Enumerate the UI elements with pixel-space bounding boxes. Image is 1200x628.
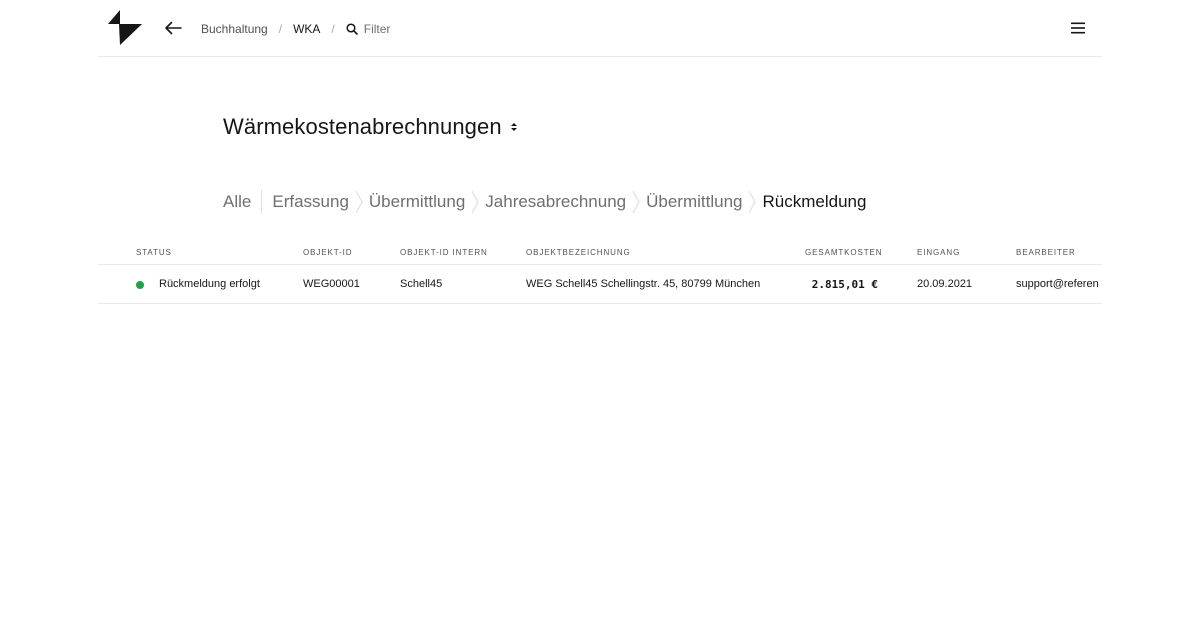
- cell-gesamtkosten: 2.815,01 €: [811, 278, 878, 291]
- chevron-right-icon: [632, 190, 640, 214]
- column-header-status[interactable]: Status: [136, 248, 172, 257]
- sort-caret-icon: [510, 123, 517, 131]
- table-header: Status Objekt-ID Objekt-ID intern Objekt…: [98, 240, 1102, 265]
- column-header-objekt-id[interactable]: Objekt-ID: [303, 248, 352, 257]
- arrow-left-icon: [165, 21, 182, 35]
- cell-objekt-id: WEG00001: [303, 278, 360, 290]
- title-switcher[interactable]: Wärmekostenabrechnungen: [223, 114, 518, 140]
- tab-erfassung[interactable]: Erfassung: [272, 192, 349, 212]
- cell-objekt-id-intern: Schell45: [400, 278, 443, 290]
- tab-alle[interactable]: Alle: [223, 192, 251, 212]
- column-header-eingang[interactable]: Eingang: [917, 248, 960, 257]
- tab-rueckmeldung[interactable]: Rückmeldung: [762, 192, 866, 212]
- column-header-objektbezeichnung[interactable]: Objektbezeichnung: [526, 248, 631, 257]
- cell-eingang: 20.09.2021: [917, 278, 973, 290]
- column-header-gesamtkosten[interactable]: Gesamtkosten: [805, 248, 882, 257]
- cell-objektbezeichnung: WEG Schell45 Schellingstr. 45, 80799 Mün…: [526, 278, 761, 290]
- chevron-right-icon: [471, 190, 479, 214]
- tab-divider: [261, 190, 263, 214]
- breadcrumb-separator: /: [278, 21, 283, 36]
- breadcrumb: Buchhaltung / WKA / Filter: [201, 0, 390, 57]
- search-icon: [346, 22, 358, 35]
- chevron-right-icon: [355, 190, 363, 214]
- breadcrumb-separator: /: [331, 21, 335, 36]
- abrechnungen-table: Status Objekt-ID Objekt-ID intern Objekt…: [98, 240, 1102, 304]
- tab-uebermittlung[interactable]: Übermittlung: [369, 192, 465, 212]
- page-title: Wärmekostenabrechnungen: [223, 114, 502, 139]
- hamburger-menu-icon[interactable]: [1070, 19, 1088, 37]
- page: Buchhaltung / WKA / Filter Wärmekostenab…: [0, 0, 1200, 628]
- column-header-objekt-id-intern[interactable]: Objekt-ID intern: [400, 248, 488, 257]
- filter-input[interactable]: Filter: [346, 21, 391, 36]
- chevron-right-icon: [748, 190, 757, 214]
- back-button[interactable]: [161, 16, 185, 40]
- cell-bearbeiter: support@referen: [1016, 278, 1099, 290]
- status-tabs: Alle Erfassung Übermittlung Jahresabrech…: [223, 188, 866, 216]
- status-indicator-dot: [136, 281, 144, 289]
- tab-uebermittlung-2[interactable]: Übermittlung: [646, 192, 742, 212]
- breadcrumb-buchhaltung[interactable]: Buchhaltung: [201, 22, 268, 36]
- tab-jahresabrechnung[interactable]: Jahresabrechnung: [485, 192, 626, 212]
- breadcrumb-wka[interactable]: WKA: [293, 22, 320, 36]
- brand-logo[interactable]: [108, 10, 142, 45]
- table-row[interactable]: Rückmeldung erfolgt WEG00001 Schell45 WE…: [98, 265, 1102, 304]
- column-header-bearbeiter[interactable]: Bearbeiter: [1016, 248, 1076, 257]
- filter-placeholder: Filter: [363, 21, 391, 36]
- cell-status: Rückmeldung erfolgt: [159, 278, 260, 290]
- top-header: Buchhaltung / WKA / Filter: [98, 0, 1102, 57]
